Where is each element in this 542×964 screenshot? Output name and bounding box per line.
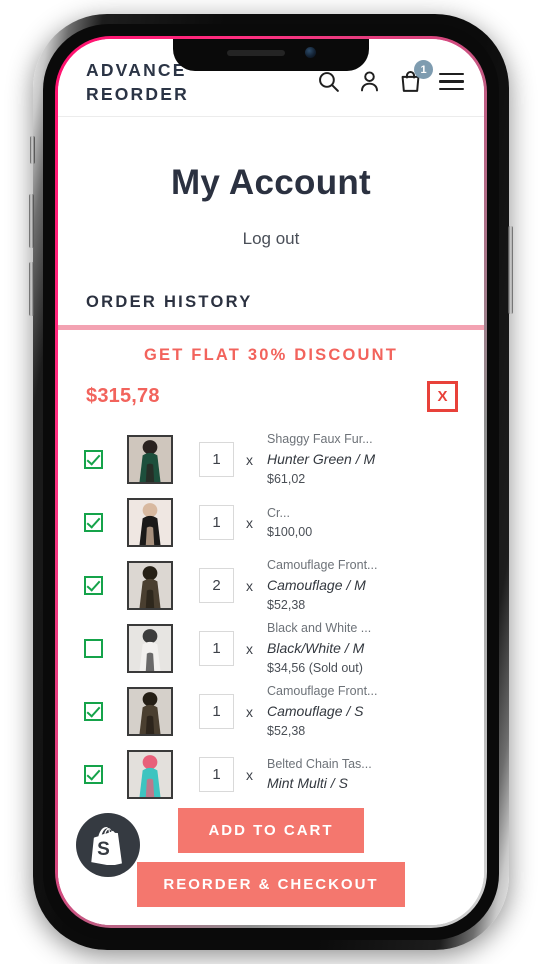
order-item-row: 2 x Camouflage Front... Camouflage / M $52,3…	[84, 554, 470, 617]
order-item-row: 1 x Cr... $100,00	[84, 491, 470, 554]
power-button[interactable]	[508, 226, 513, 314]
product-title[interactable]: Camouflage Front...	[267, 682, 470, 701]
reorder-and-checkout-button[interactable]: REORDER & CHECKOUT	[137, 862, 405, 907]
order-item-checkbox[interactable]	[84, 765, 103, 784]
quantity-input[interactable]: 2	[199, 568, 234, 603]
phone-screen: ADVANCE REORDER 1 My Account Log out ORD…	[58, 39, 484, 925]
front-camera-icon	[304, 47, 316, 58]
header-icon-group: 1	[316, 60, 464, 96]
brand-logo[interactable]: ADVANCE REORDER	[86, 59, 189, 105]
multiply-symbol: x	[246, 451, 253, 468]
product-variant: Camouflage / S	[267, 703, 364, 719]
hamburger-line	[439, 72, 464, 76]
earpiece-speaker-icon	[226, 49, 285, 56]
discount-banner: GET FLAT 30% DISCOUNT	[144, 346, 398, 364]
shopping-bag-icon[interactable]: 1	[398, 60, 433, 94]
quantity-input[interactable]: 1	[199, 442, 234, 477]
order-item-info: Black and White ... Black/White / M $34,56…	[267, 619, 470, 678]
order-total-row: $315,78 X	[58, 365, 484, 412]
cart-count-badge: 1	[414, 60, 433, 79]
page-title: My Account	[170, 163, 372, 202]
product-thumbnail[interactable]	[127, 624, 173, 673]
order-item-row: 1 x Shaggy Faux Fur... Hunter Green / M $61,…	[84, 428, 470, 491]
quantity-input[interactable]: 1	[199, 631, 234, 666]
product-title[interactable]: Belted Chain Tas...	[267, 755, 470, 774]
order-item-info: Camouflage Front... Camouflage / S $52,38	[267, 682, 470, 741]
order-item-checkbox[interactable]	[84, 576, 103, 595]
product-thumbnail[interactable]	[127, 498, 173, 547]
multiply-symbol: x	[246, 640, 253, 657]
product-thumbnail[interactable]	[127, 750, 173, 799]
order-item-row: 1 x Black and White ... Black/White / M $34,…	[84, 617, 470, 680]
svg-text:S: S	[97, 839, 110, 860]
product-variant: Hunter Green / M	[267, 451, 376, 467]
volume-up-button[interactable]	[29, 194, 34, 248]
quantity-input[interactable]: 1	[199, 505, 234, 540]
volume-down-button[interactable]	[29, 262, 34, 316]
product-price: $52,38	[267, 724, 306, 738]
multiply-symbol: x	[246, 577, 253, 594]
order-history-heading: ORDER HISTORY	[86, 293, 253, 311]
mute-switch[interactable]	[30, 136, 35, 164]
hamburger-line	[439, 80, 464, 83]
product-price: $52,38	[267, 598, 306, 612]
quantity-input[interactable]: 1	[199, 694, 234, 729]
product-title[interactable]: Shaggy Faux Fur...	[267, 430, 470, 449]
order-items-list: 1 x Shaggy Faux Fur... Hunter Green / M $61,…	[58, 428, 484, 806]
product-price: $100,00	[267, 524, 313, 539]
account-icon[interactable]	[357, 69, 382, 94]
multiply-symbol: x	[246, 514, 253, 531]
page-content: ADVANCE REORDER 1 My Account Log out ORD…	[58, 39, 484, 925]
order-total-amount: $315,78	[86, 385, 160, 407]
shopify-logo-icon[interactable]: S	[76, 813, 140, 877]
hamburger-menu-icon[interactable]	[439, 72, 464, 91]
order-item-checkbox[interactable]	[84, 702, 103, 721]
order-item-checkbox[interactable]	[84, 639, 103, 658]
order-item-info: Belted Chain Tas... Mint Multi / S	[267, 755, 470, 795]
order-item-row: 1 x Camouflage Front... Camouflage / S $52,3…	[84, 680, 470, 743]
add-to-cart-button[interactable]: ADD TO CART	[178, 808, 364, 853]
logout-link[interactable]: Log out	[58, 229, 484, 249]
section-divider	[58, 325, 484, 330]
product-price: $34,56 (Sold out)	[267, 661, 363, 675]
order-item-checkbox[interactable]	[84, 513, 103, 532]
search-icon[interactable]	[316, 69, 341, 94]
multiply-symbol: x	[246, 703, 253, 720]
close-icon[interactable]: X	[427, 381, 458, 412]
quantity-input[interactable]: 1	[199, 757, 234, 792]
product-variant: Camouflage / M	[267, 577, 366, 593]
phone-notch	[173, 39, 369, 71]
product-title[interactable]: Camouflage Front...	[267, 556, 470, 575]
order-item-checkbox[interactable]	[84, 450, 103, 469]
product-price: $61,02	[267, 472, 306, 486]
order-item-info: Camouflage Front... Camouflage / M $52,38	[267, 556, 470, 615]
product-title[interactable]: Cr...	[267, 504, 470, 523]
product-thumbnail[interactable]	[127, 687, 173, 736]
product-thumbnail[interactable]	[127, 561, 173, 610]
order-item-info: Cr... $100,00	[267, 504, 470, 542]
product-title[interactable]: Black and White ...	[267, 619, 470, 638]
product-variant: Black/White / M	[267, 640, 365, 656]
order-item-row: 1 x Belted Chain Tas... Mint Multi / S	[84, 743, 470, 806]
order-item-info: Shaggy Faux Fur... Hunter Green / M $61,02	[267, 430, 470, 489]
product-thumbnail[interactable]	[127, 435, 173, 484]
hamburger-line	[439, 87, 464, 91]
product-variant: Mint Multi / S	[267, 775, 348, 792]
multiply-symbol: x	[246, 766, 253, 783]
